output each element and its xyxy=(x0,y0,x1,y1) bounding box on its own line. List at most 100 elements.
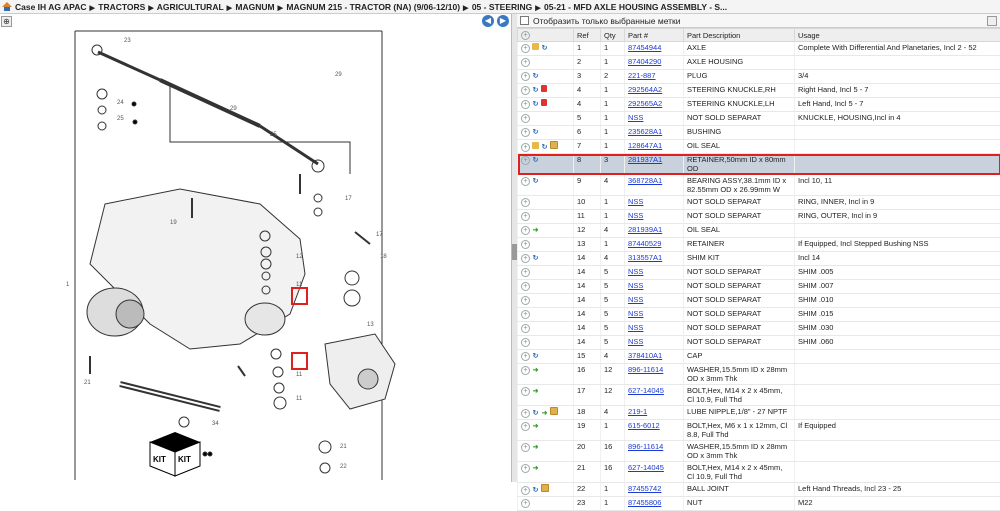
part-number-link[interactable]: NSS xyxy=(628,281,643,290)
add-to-cart-icon[interactable]: + xyxy=(521,366,530,375)
add-to-cart-icon[interactable]: + xyxy=(521,338,530,347)
breadcrumb-item[interactable]: Case IH AG APAC xyxy=(15,2,86,12)
table-row[interactable]: +↻41292564A2STEERING KNUCKLE,RHRight Han… xyxy=(518,84,1000,98)
info-icon[interactable]: ↻ xyxy=(532,255,539,262)
add-to-cart-icon[interactable]: + xyxy=(521,198,530,207)
column-header[interactable]: Usage xyxy=(795,29,1000,42)
table-row[interactable]: +↻32221-887PLUG3/4 xyxy=(518,70,1000,84)
part-number-link[interactable]: 87404290 xyxy=(628,57,661,66)
part-number-link[interactable]: 87455806 xyxy=(628,498,661,507)
add-icon[interactable]: + xyxy=(521,31,530,40)
part-number-link[interactable]: NSS xyxy=(628,113,643,122)
add-to-cart-icon[interactable]: + xyxy=(521,387,530,396)
column-header[interactable]: Part Description xyxy=(684,29,795,42)
table-row[interactable]: +145NSSNOT SOLD SEPARATSHIM .060 xyxy=(518,336,1000,350)
replacement-arrow-icon[interactable]: ➜ xyxy=(532,367,539,374)
add-to-cart-icon[interactable]: + xyxy=(521,409,530,418)
replacement-arrow-icon[interactable]: ➜ xyxy=(532,423,539,430)
table-row[interactable]: +23187455806NUTM22 xyxy=(518,497,1000,511)
table-row[interactable]: +↻83281937A1RETAINER,50mm ID x 80mm OD xyxy=(518,154,1000,175)
part-number-link[interactable]: 87455742 xyxy=(628,484,661,493)
add-to-cart-icon[interactable]: + xyxy=(521,44,530,53)
info-icon[interactable]: ↻ xyxy=(532,178,539,185)
add-to-cart-icon[interactable]: + xyxy=(521,114,530,123)
package-icon[interactable] xyxy=(541,484,549,492)
part-number-link[interactable]: 615-6012 xyxy=(628,421,660,430)
breadcrumb-item[interactable]: TRACTORS xyxy=(98,2,145,12)
add-to-cart-icon[interactable]: + xyxy=(521,240,530,249)
add-to-cart-icon[interactable]: + xyxy=(521,486,530,495)
part-number-link[interactable]: 627-14045 xyxy=(628,463,664,472)
table-row[interactable]: +➜1612896-11614WASHER,15.5mm ID x 28mm O… xyxy=(518,364,1000,385)
add-to-cart-icon[interactable]: + xyxy=(521,212,530,221)
breadcrumb-item[interactable]: MAGNUM xyxy=(235,2,274,12)
table-row[interactable]: +↻71128647A1OIL SEAL xyxy=(518,140,1000,154)
add-to-cart-icon[interactable]: + xyxy=(521,100,530,109)
breadcrumb-item[interactable]: 05 - STEERING xyxy=(472,2,532,12)
info-icon[interactable]: ↻ xyxy=(541,144,548,151)
info-icon[interactable]: ↻ xyxy=(532,87,539,94)
add-to-cart-icon[interactable]: + xyxy=(521,156,530,165)
add-to-cart-icon[interactable]: + xyxy=(521,443,530,452)
part-number-link[interactable]: NSS xyxy=(628,295,643,304)
filter-checkbox[interactable] xyxy=(520,16,529,25)
table-row[interactable]: +➜191615-6012BOLT,Hex, M6 x 1 x 12mm, Cl… xyxy=(518,420,1000,441)
part-number-link[interactable]: 281939A1 xyxy=(628,225,662,234)
add-to-cart-icon[interactable]: + xyxy=(521,268,530,277)
add-to-cart-icon[interactable]: + xyxy=(521,282,530,291)
package-icon[interactable] xyxy=(550,407,558,415)
add-to-cart-icon[interactable]: + xyxy=(521,254,530,263)
add-to-cart-icon[interactable]: + xyxy=(521,352,530,361)
add-to-cart-icon[interactable]: + xyxy=(521,310,530,319)
replacement-arrow-icon[interactable]: ➜ xyxy=(541,410,548,417)
table-row[interactable]: +145NSSNOT SOLD SEPARATSHIM .015 xyxy=(518,308,1000,322)
home-icon[interactable] xyxy=(2,2,12,11)
part-number-link[interactable]: 128647A1 xyxy=(628,141,662,150)
table-row[interactable]: +111NSSNOT SOLD SEPARATRING, OUTER, Incl… xyxy=(518,210,1000,224)
info-icon[interactable]: ↻ xyxy=(532,101,539,108)
part-number-link[interactable]: 627-14045 xyxy=(628,386,664,395)
table-row[interactable]: +↻94368728A1BEARING ASSY,38.1mm ID x 82.… xyxy=(518,175,1000,196)
part-number-link[interactable]: 313557A1 xyxy=(628,253,662,262)
folder-icon[interactable] xyxy=(532,142,539,149)
info-icon[interactable]: ↻ xyxy=(532,129,539,136)
part-number-link[interactable]: NSS xyxy=(628,211,643,220)
table-row[interactable]: +101NSSNOT SOLD SEPARATRING, INNER, Incl… xyxy=(518,196,1000,210)
table-row[interactable]: +145NSSNOT SOLD SEPARATSHIM .030 xyxy=(518,322,1000,336)
part-number-link[interactable]: 87440529 xyxy=(628,239,661,248)
replacement-arrow-icon[interactable]: ➜ xyxy=(532,388,539,395)
table-row[interactable]: +51NSSNOT SOLD SEPARATKNUCKLE, HOUSING,I… xyxy=(518,112,1000,126)
table-row[interactable]: +↻22187455742BALL JOINTLeft Hand Threads… xyxy=(518,483,1000,497)
add-to-cart-icon[interactable]: + xyxy=(521,499,530,508)
info-icon[interactable]: ↻ xyxy=(532,157,539,164)
add-to-cart-icon[interactable]: + xyxy=(521,58,530,67)
part-number-link[interactable]: 87454944 xyxy=(628,43,661,52)
table-row[interactable]: +➜1712627-14045BOLT,Hex, M14 x 2 x 45mm,… xyxy=(518,385,1000,406)
info-icon[interactable]: ↻ xyxy=(532,487,539,494)
breadcrumb-item[interactable]: MAGNUM 215 - TRACTOR (NA) (9/06-12/10) xyxy=(286,2,460,12)
add-to-cart-icon[interactable]: + xyxy=(521,177,530,186)
part-number-link[interactable]: 281937A1 xyxy=(628,155,662,164)
column-header[interactable]: Part # xyxy=(625,29,684,42)
add-to-cart-icon[interactable]: + xyxy=(521,86,530,95)
table-row[interactable]: +➜2016896-11614WASHER,15.5mm ID x 28mm O… xyxy=(518,441,1000,462)
add-to-cart-icon[interactable]: + xyxy=(521,464,530,473)
info-icon[interactable]: ↻ xyxy=(532,353,539,360)
part-number-link[interactable]: 292565A2 xyxy=(628,99,662,108)
table-row[interactable]: +↻41292565A2STEERING KNUCKLE,LHLeft Hand… xyxy=(518,98,1000,112)
part-number-link[interactable]: 896-11614 xyxy=(628,365,663,374)
part-number-link[interactable]: 221-887 xyxy=(628,71,656,80)
document-icon[interactable] xyxy=(541,99,547,106)
table-row[interactable]: +↻61235628A1BUSHING xyxy=(518,126,1000,140)
part-number-link[interactable]: 368728A1 xyxy=(628,176,662,185)
info-icon[interactable]: ↻ xyxy=(532,73,539,80)
table-row[interactable]: +↻➜184219-1LUBE NIPPLE,1/8" - 27 NPTF xyxy=(518,406,1000,420)
part-number-link[interactable]: NSS xyxy=(628,323,643,332)
add-to-cart-icon[interactable]: + xyxy=(521,324,530,333)
table-row[interactable]: +145NSSNOT SOLD SEPARATSHIM .007 xyxy=(518,280,1000,294)
part-number-link[interactable]: NSS xyxy=(628,267,643,276)
settings-icon[interactable] xyxy=(987,16,997,26)
column-header[interactable]: Qty xyxy=(601,29,625,42)
part-number-link[interactable]: NSS xyxy=(628,197,643,206)
add-to-cart-icon[interactable]: + xyxy=(521,72,530,81)
